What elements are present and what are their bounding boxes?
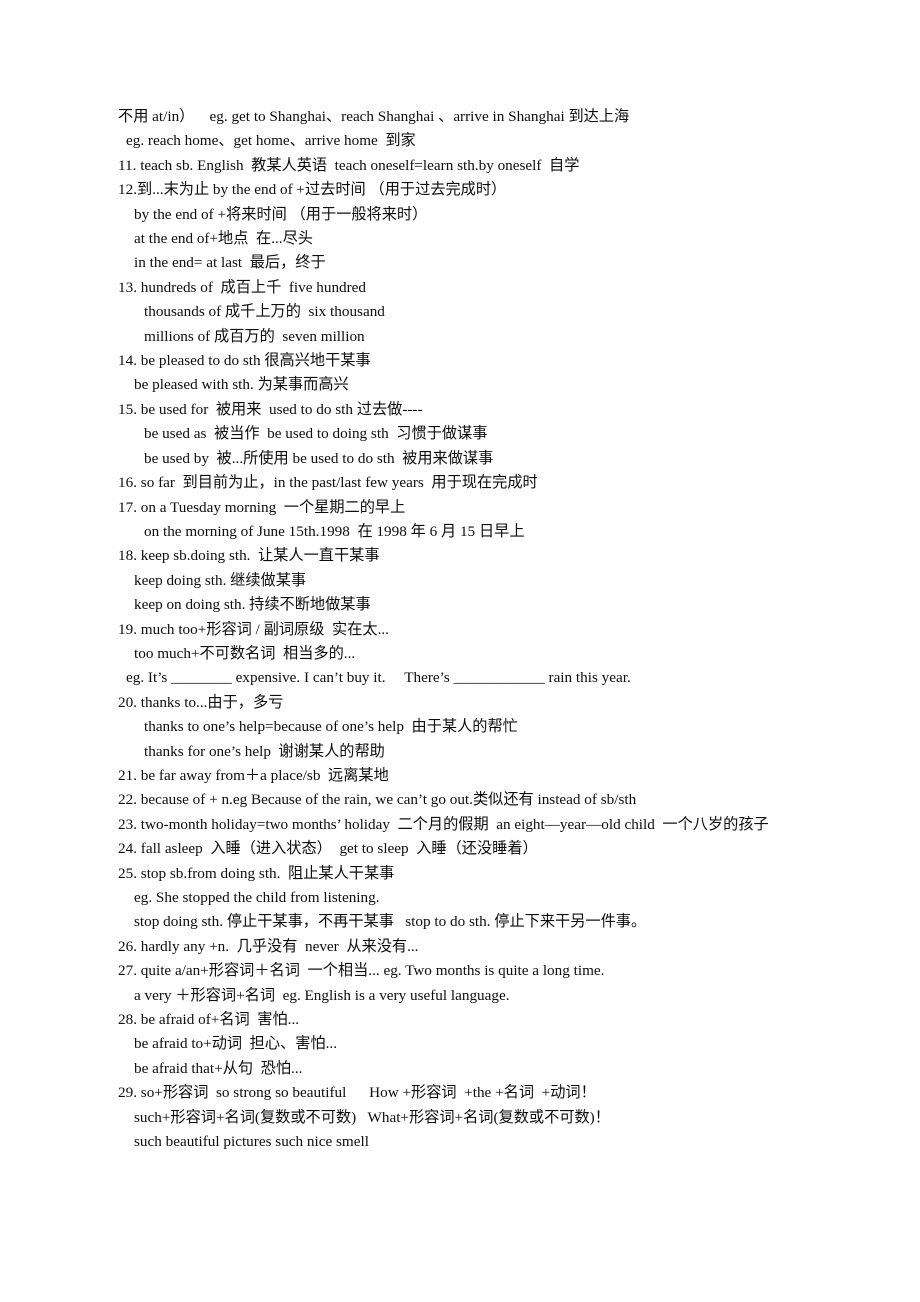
note-line: 19. much too+形容词 / 副词原级 实在太... xyxy=(118,620,389,638)
note-line: thousands of 成千上万的 six thousand xyxy=(144,303,385,321)
note-line: 23. two-month holiday=two months’ holida… xyxy=(118,815,769,833)
note-line: stop doing sth. 停止干某事，不再干某事 stop to do s… xyxy=(134,913,647,931)
note-line: at the end of+地点 在...尽头 xyxy=(134,230,313,248)
note-line: millions of 成百万的 seven million xyxy=(144,327,365,345)
note-line: 17. on a Tuesday morning 一个星期二的早上 xyxy=(118,498,406,516)
note-line: 13. hundreds of 成百上千 five hundred xyxy=(118,278,367,296)
note-line: 24. fall asleep 入睡（进入状态） get to sleep 入睡… xyxy=(118,840,538,858)
note-line: 不用 at/in） eg. get to Shanghai、reach Shan… xyxy=(118,108,630,125)
note-line: a very ＋形容词+名词 eg. English is a very use… xyxy=(134,986,510,1004)
note-line: eg. It’s ________ expensive. I can’t buy… xyxy=(126,669,631,687)
note-line: be used by 被...所使用 be used to do sth 被用来… xyxy=(144,449,494,467)
document-page: 不用 at/in） eg. get to Shanghai、reach Shan… xyxy=(0,0,920,1302)
note-line: such beautiful pictures such nice smell xyxy=(134,1133,369,1151)
note-line: 12.到...末为止 by the end of +过去时间 （用于过去完成时） xyxy=(118,181,507,199)
note-line: be pleased with sth. 为某事而高兴 xyxy=(134,376,349,394)
note-line: on the morning of June 15th.1998 在 1998 … xyxy=(144,522,525,540)
note-line: 28. be afraid of+名词 害怕... xyxy=(118,1011,300,1029)
note-line: 14. be pleased to do sth 很高兴地干某事 xyxy=(118,352,371,370)
note-line: 25. stop sb.from doing sth. 阻止某人干某事 xyxy=(118,864,395,882)
note-line: 20. thanks to...由于，多亏 xyxy=(118,693,284,711)
note-line: thanks for one’s help 谢谢某人的帮助 xyxy=(144,742,385,760)
note-line: too much+不可数名词 相当多的... xyxy=(134,644,356,662)
note-line: be afraid that+从句 恐怕... xyxy=(134,1059,303,1077)
note-line: 11. teach sb. English 教某人英语 teach onesel… xyxy=(118,156,580,174)
note-line: by the end of +将来时间 （用于一般将来时） xyxy=(134,205,428,223)
note-line: eg. reach home、get home、arrive home 到家 xyxy=(126,132,416,150)
note-line: 18. keep sb.doing sth. 让某人一直干某事 xyxy=(118,547,380,565)
note-line: 15. be used for 被用来 used to do sth 过去做--… xyxy=(118,400,423,418)
note-line: be used as 被当作 be used to doing sth 习惯于做… xyxy=(144,425,488,443)
note-line: keep doing sth. 继续做某事 xyxy=(134,571,307,589)
note-line: such+形容词+名词(复数或不可数) What+形容词+名词(复数或不可数)！ xyxy=(134,1108,610,1126)
note-line: 21. be far away from＋a place/sb 远离某地 xyxy=(118,766,389,784)
note-line: keep on doing sth. 持续不断地做某事 xyxy=(134,596,371,614)
note-line: 22. because of + n.eg Because of the rai… xyxy=(118,791,637,809)
notes-body: 不用 at/in） eg. get to Shanghai、reach Shan… xyxy=(118,105,810,1154)
note-line: eg. She stopped the child from listening… xyxy=(134,889,380,906)
note-line: 26. hardly any +n. 几乎没有 never 从来没有... xyxy=(118,937,419,955)
note-line: 27. quite a/an+形容词＋名词 一个相当... eg. Two mo… xyxy=(118,962,605,980)
note-line: 16. so far 到目前为止，in the past/last few ye… xyxy=(118,474,538,492)
note-line: 29. so+形容词 so strong so beautiful How +形… xyxy=(118,1084,596,1102)
note-line: thanks to one’s help=because of one’s he… xyxy=(144,718,518,736)
note-line: in the end= at last 最后，终于 xyxy=(134,254,326,272)
note-line: be afraid to+动词 担心、害怕... xyxy=(134,1035,338,1053)
